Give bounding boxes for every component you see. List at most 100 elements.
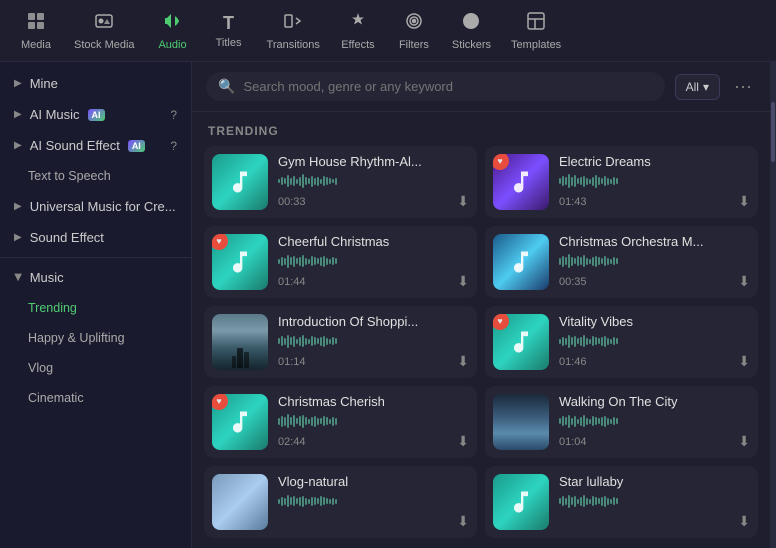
sidebar-item-universal-music[interactable]: ▶ Universal Music for Cre... — [0, 191, 191, 222]
mine-arrow: ▶ — [14, 78, 22, 89]
track-duration-cherish: 02:44 — [278, 436, 306, 448]
waveform-star — [559, 493, 750, 509]
track-info-vlog: Vlog-natural ⬇ — [278, 474, 469, 530]
download-gym-house-icon[interactable]: ⬇ — [457, 193, 469, 210]
waveform-walking — [559, 413, 750, 429]
cinematic-label: Cinematic — [28, 391, 84, 405]
nav-stickers[interactable]: Stickers — [442, 5, 501, 57]
trending-label: Trending — [28, 301, 77, 315]
ai-music-help-icon[interactable]: ? — [170, 108, 177, 122]
templates-icon — [526, 11, 546, 36]
sidebar-item-sound-effect[interactable]: ▶ Sound Effect — [0, 222, 191, 253]
sound-effect-arrow: ▶ — [14, 232, 22, 243]
track-cheerful-christmas[interactable]: ♥ Cheerful Christmas 01:44 ⬇ — [204, 226, 477, 298]
music-note-thumb-icon — [226, 248, 254, 276]
nav-media-label: Media — [21, 39, 51, 51]
nav-filters[interactable]: Filters — [386, 5, 442, 57]
sidebar-item-mine[interactable]: ▶ Mine — [0, 68, 191, 99]
track-walking-city[interactable]: Walking On The City 01:04 ⬇ — [485, 386, 758, 458]
sidebar-item-happy-uplifting[interactable]: Happy & Uplifting — [0, 323, 191, 353]
music-note-thumb-icon — [226, 168, 254, 196]
waveform-orchestra — [559, 253, 750, 269]
download-shopping-icon[interactable]: ⬇ — [457, 353, 469, 370]
sidebar-divider — [0, 257, 191, 258]
sidebar-ai-sound-label: AI Sound Effect — [30, 138, 120, 153]
filters-icon — [404, 11, 424, 36]
track-meta-electric: 01:43 ⬇ — [559, 193, 750, 210]
track-info-gym-house: Gym House Rhythm-Al... 00:33 ⬇ — [278, 154, 469, 210]
track-christmas-cherish[interactable]: ♥ Christmas Cherish 02:44 ⬇ — [204, 386, 477, 458]
waveform-gym-house — [278, 173, 469, 189]
nav-templates[interactable]: Templates — [501, 5, 571, 57]
nav-effects[interactable]: Effects — [330, 5, 386, 57]
search-input-wrap[interactable]: 🔍 — [206, 72, 665, 101]
track-info-cherish: Christmas Cherish 02:44 ⬇ — [278, 394, 469, 450]
track-thumb-gym-house — [212, 154, 268, 210]
music-arrow: ▶ — [12, 274, 23, 282]
waveform-cheerful — [278, 253, 469, 269]
track-electric-dreams[interactable]: ♥ Electric Dreams 01:43 ⬇ — [485, 146, 758, 218]
scroll-indicator[interactable] — [770, 62, 776, 548]
vlog-label: Vlog — [28, 361, 53, 375]
track-star-lullaby[interactable]: Star lullaby ⬇ — [485, 466, 758, 538]
download-walking-icon[interactable]: ⬇ — [738, 433, 750, 450]
universal-arrow: ▶ — [14, 201, 22, 212]
text-to-speech-label: Text to Speech — [28, 169, 111, 183]
track-thumb-vitality: ♥ — [493, 314, 549, 370]
sidebar-item-music[interactable]: ▶ Music — [0, 262, 191, 293]
track-duration-orchestra: 00:35 — [559, 276, 587, 288]
track-title-orchestra: Christmas Orchestra M... — [559, 234, 750, 249]
sidebar-item-ai-music[interactable]: ▶ AI Music AI ? — [0, 99, 191, 130]
more-options-button[interactable]: ··· — [730, 72, 756, 101]
track-meta-star: ⬇ — [559, 513, 750, 530]
nav-titles[interactable]: T Titles — [201, 7, 257, 55]
nav-stock-media[interactable]: Stock Media — [64, 5, 145, 57]
download-star-icon[interactable]: ⬇ — [738, 513, 750, 530]
track-vlog-natural[interactable]: Vlog-natural ⬇ — [204, 466, 477, 538]
track-meta-gym-house: 00:33 ⬇ — [278, 193, 469, 210]
nav-effects-label: Effects — [341, 39, 374, 51]
nav-transitions[interactable]: Transitions — [257, 5, 330, 57]
track-gym-house[interactable]: Gym House Rhythm-Al... 00:33 ⬇ — [204, 146, 477, 218]
waveform-shopping — [278, 333, 469, 349]
download-vitality-icon[interactable]: ⬇ — [738, 353, 750, 370]
track-title-vlog: Vlog-natural — [278, 474, 469, 489]
track-introduction-shopping[interactable]: Introduction Of Shoppi... 01:14 ⬇ — [204, 306, 477, 378]
sidebar-item-text-to-speech[interactable]: Text to Speech — [0, 161, 191, 191]
track-meta-vlog: ⬇ — [278, 513, 469, 530]
track-meta-vitality: 01:46 ⬇ — [559, 353, 750, 370]
nav-stock-media-label: Stock Media — [74, 39, 135, 51]
track-christmas-orchestra[interactable]: Christmas Orchestra M... 00:35 ⬇ — [485, 226, 758, 298]
search-input[interactable] — [243, 79, 652, 94]
track-thumb-cheerful: ♥ — [212, 234, 268, 290]
track-title-cherish: Christmas Cherish — [278, 394, 469, 409]
download-electric-icon[interactable]: ⬇ — [738, 193, 750, 210]
track-duration-electric: 01:43 — [559, 196, 587, 208]
track-duration-vitality: 01:46 — [559, 356, 587, 368]
audio-icon — [163, 11, 183, 36]
track-vitality-vibes[interactable]: ♥ Vitality Vibes 01:46 ⬇ — [485, 306, 758, 378]
sidebar-item-cinematic[interactable]: Cinematic — [0, 383, 191, 413]
track-duration-gym-house: 00:33 — [278, 196, 306, 208]
sidebar-item-trending[interactable]: Trending — [0, 293, 191, 323]
download-vlog-icon[interactable]: ⬇ — [457, 513, 469, 530]
filter-button[interactable]: All ▾ — [675, 74, 720, 100]
music-note-thumb-icon — [226, 408, 254, 436]
sidebar-universal-label: Universal Music for Cre... — [30, 199, 176, 214]
sidebar-item-vlog[interactable]: Vlog — [0, 353, 191, 383]
ai-sound-help-icon[interactable]: ? — [170, 139, 177, 153]
nav-transitions-label: Transitions — [267, 39, 320, 51]
happy-uplifting-label: Happy & Uplifting — [28, 331, 125, 345]
nav-templates-label: Templates — [511, 39, 561, 51]
download-orchestra-icon[interactable]: ⬇ — [738, 273, 750, 290]
download-cheerful-icon[interactable]: ⬇ — [457, 273, 469, 290]
nav-filters-label: Filters — [399, 39, 429, 51]
track-info-walking: Walking On The City 01:04 ⬇ — [559, 394, 750, 450]
track-duration-walking: 01:04 — [559, 436, 587, 448]
nav-media[interactable]: Media — [8, 5, 64, 57]
nav-audio[interactable]: Audio — [145, 5, 201, 57]
top-navigation: Media Stock Media Audio T Titles — [0, 0, 776, 62]
search-bar: 🔍 All ▾ ··· — [192, 62, 770, 112]
download-cherish-icon[interactable]: ⬇ — [457, 433, 469, 450]
sidebar-item-ai-sound-effect[interactable]: ▶ AI Sound Effect AI ? — [0, 130, 191, 161]
